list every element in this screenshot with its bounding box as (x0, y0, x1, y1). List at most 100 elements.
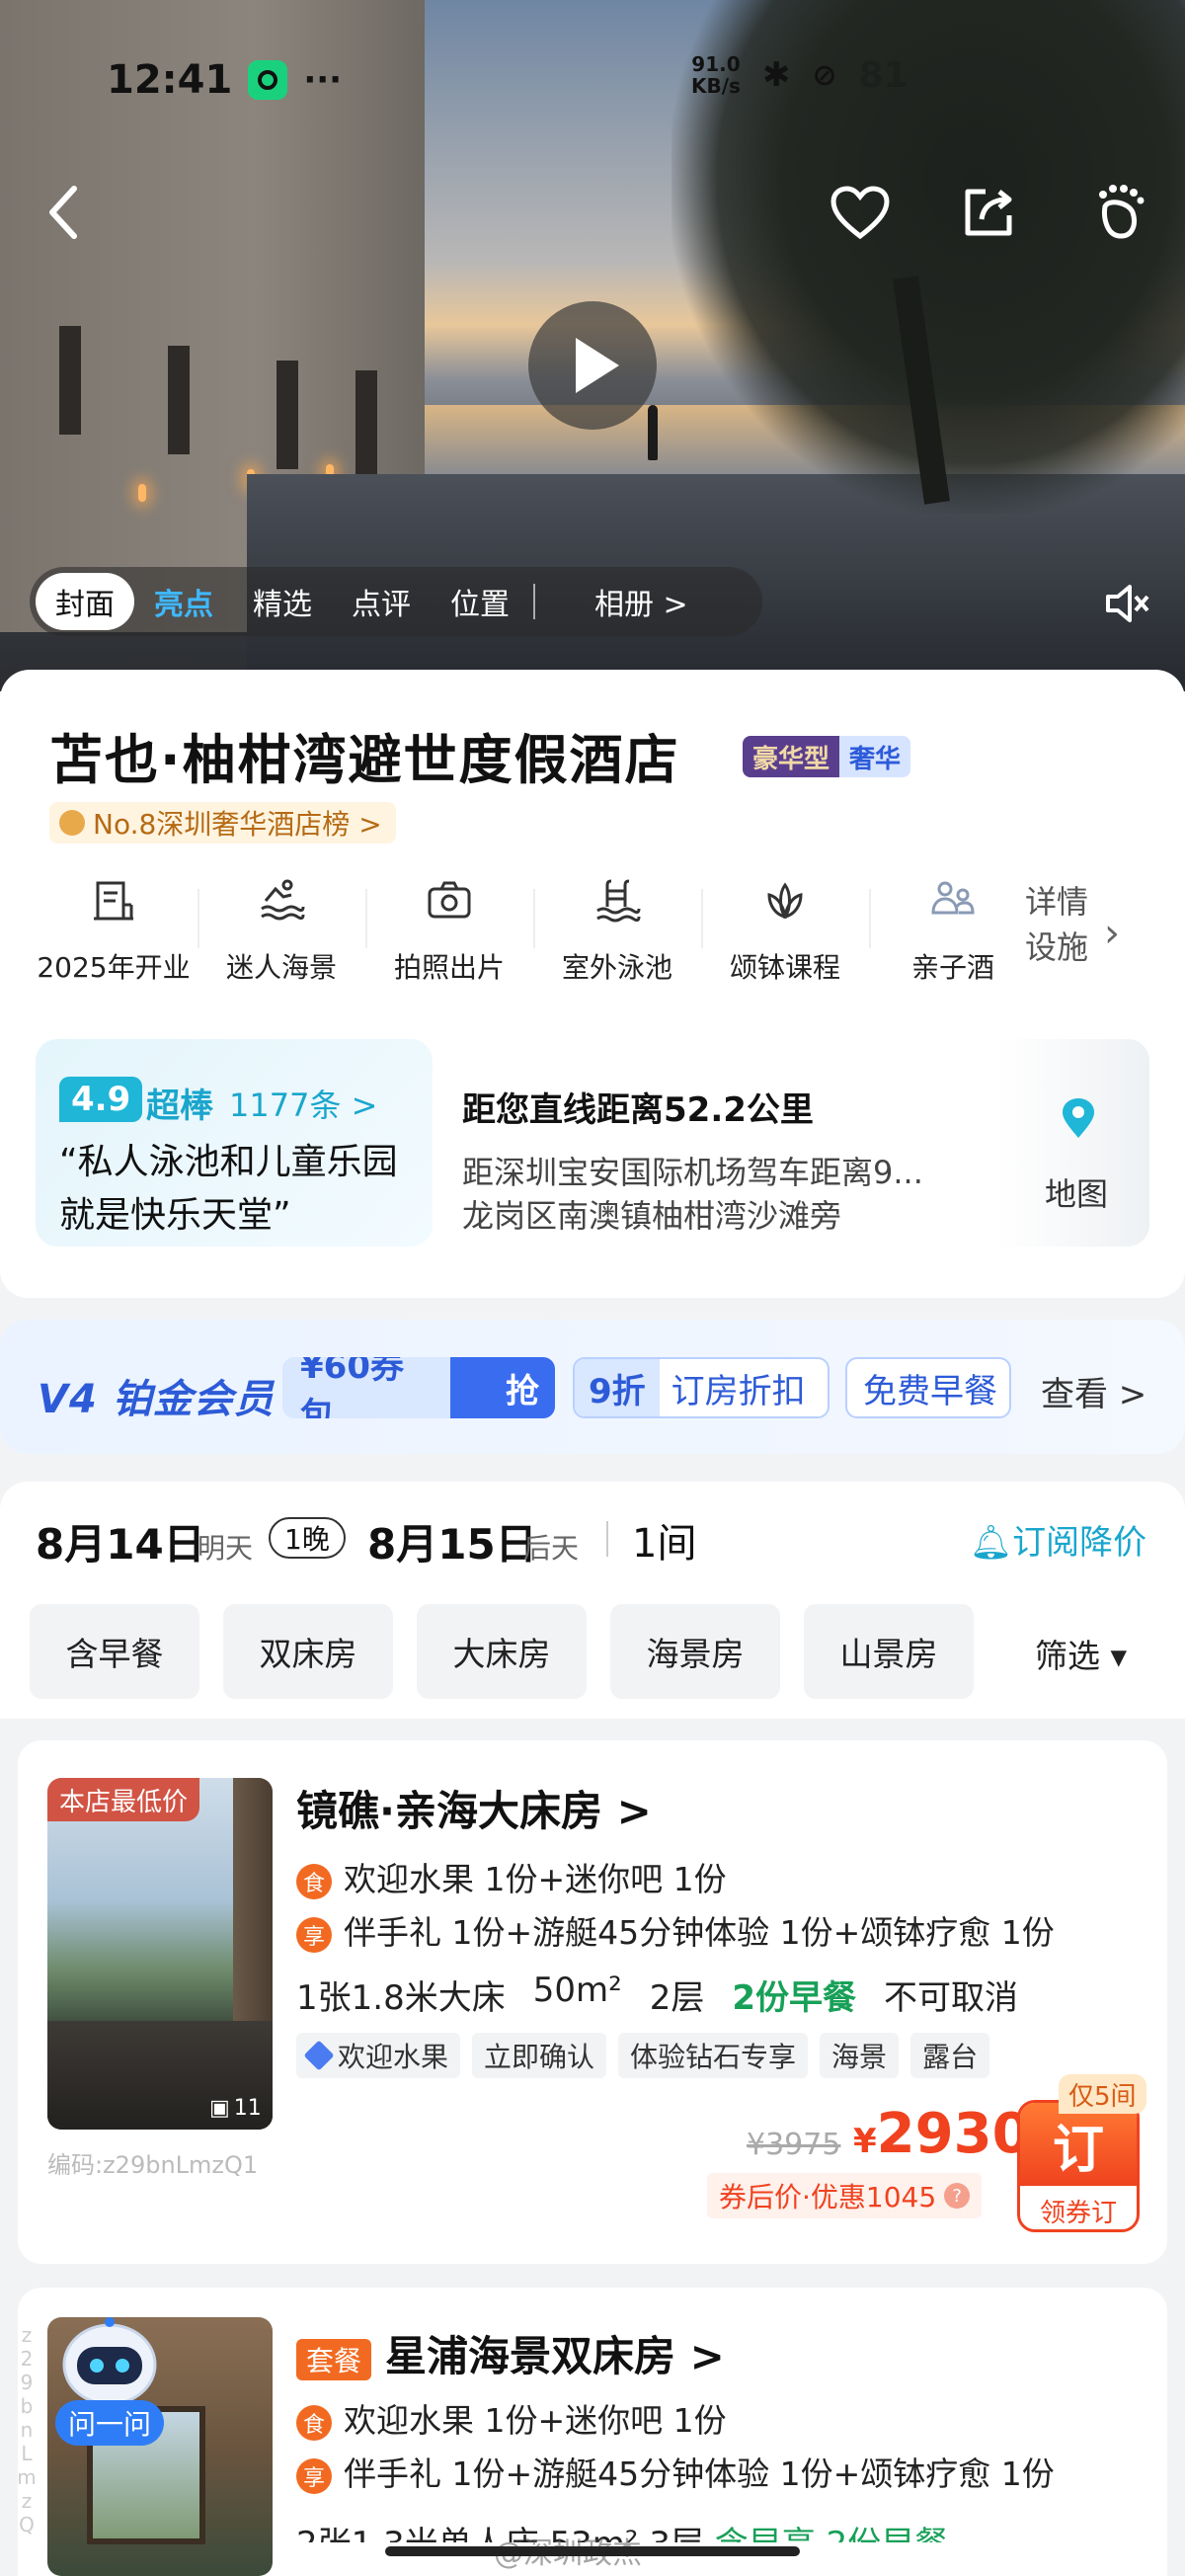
home-indicator[interactable] (385, 2546, 800, 2556)
filter-mountain-view[interactable]: 山景房 (804, 1604, 974, 1699)
room-tag: 露台 (910, 2033, 990, 2078)
filter-twin[interactable]: 双床房 (223, 1604, 393, 1699)
review-score: 4.9 (59, 1077, 143, 1122)
status-bar-right: 91.0 KB/s ✱ ⊘ 81 (691, 53, 908, 97)
subscribe-price-drop[interactable]: 🔔︎订阅降价 (970, 1515, 1146, 1564)
feature-label: 拍照出片 (393, 951, 505, 984)
after-coupon-price[interactable]: 券后价·优惠1045? (707, 2173, 983, 2218)
hero-tab-bar: 封面 亮点 精选 点评 位置 相册 > (30, 567, 762, 636)
tab-reviews[interactable]: 点评 (332, 573, 431, 630)
back-icon[interactable] (30, 178, 99, 247)
share-icon[interactable] (954, 178, 1023, 247)
room-area: 50m² (532, 1971, 622, 2010)
feature-label: 2025年开业 (37, 951, 191, 984)
room-title[interactable]: 镜礁·亲海大床房 > (296, 1778, 652, 1838)
room-title-text: 星浦海景双床房 > (385, 2332, 725, 2380)
map-button[interactable] (997, 1039, 1149, 1247)
heart-icon[interactable] (826, 178, 895, 247)
checkin-date[interactable]: 8月14日 (36, 1511, 205, 1571)
mute-status-icon: ⊘ (812, 57, 837, 93)
rooms-left-badge: 仅5间 (1059, 2074, 1146, 2114)
price-symbol: ¥ (853, 2122, 877, 2161)
sea-view-icon (261, 879, 305, 921)
after-coupon-text: 券后价·优惠1045 (719, 2181, 937, 2214)
room-title[interactable]: 套餐 星浦海景双床房 > (296, 2323, 725, 2383)
feature-item[interactable]: 迷人海景 (198, 869, 365, 998)
tab-location[interactable]: 位置 (431, 573, 529, 630)
filter-breakfast[interactable]: 含早餐 (30, 1604, 199, 1699)
building-doc-icon (94, 881, 133, 921)
enjoy-perk-text: 伴手礼 1份+游艇45分钟体验 1份+颂钵疗愈 1份 (344, 1913, 1055, 1952)
badge-level: 奢华 (839, 736, 911, 777)
map-label: 地图 (1045, 1175, 1109, 1213)
hotel-name: 苫也·柚柑湾避世度假酒店 (49, 729, 680, 791)
enjoy-badge: 享 (296, 1916, 332, 1953)
map-pin-icon (1063, 1098, 1094, 1138)
feature-item[interactable]: 亲子酒 (869, 869, 1037, 998)
coupon-pack-button[interactable]: ¥60券包 抢 (282, 1357, 555, 1418)
badge-type: 豪华型 (743, 736, 840, 777)
feature-item[interactable]: 颂钵课程 (701, 869, 869, 998)
room-tags: 欢迎水果 立即确认 体验钻石专享 海景 露台 (296, 2033, 990, 2078)
footprint-icon[interactable] (1086, 178, 1155, 247)
food-perk: 食欢迎水果 1份+迷你吧 1份 (296, 1853, 727, 1900)
discount-badge[interactable]: 9折 订房折扣 (573, 1357, 830, 1418)
checkout-date[interactable]: 8月15日 (367, 1511, 537, 1571)
play-video-button[interactable] (528, 301, 657, 430)
bluetooth-icon: ✱ (761, 55, 791, 95)
book-button[interactable]: 订 领券订 (1017, 2100, 1140, 2232)
free-breakfast-badge[interactable]: 免费早餐 (845, 1357, 1011, 1418)
lotus-icon (767, 882, 803, 920)
room-count[interactable]: 1间 (632, 1511, 696, 1569)
enjoy-perk-text: 伴手礼 1份+游艇45分钟体验 1份+颂钵疗愈 1份 (344, 2455, 1055, 2493)
pool-icon (596, 879, 641, 923)
ask-assistant-button[interactable]: 问一问 (55, 2400, 164, 2446)
filter-king[interactable]: 大床房 (417, 1604, 587, 1699)
question-icon: ? (944, 2183, 971, 2209)
bed-type: 1张1.8米大床 (296, 1978, 506, 2018)
diamond-icon (303, 2040, 335, 2071)
room-tag: 海景 (820, 2033, 900, 2078)
trophy-icon (59, 810, 85, 836)
coupon-pack-label: ¥60券包 (300, 1357, 404, 1418)
tab-album[interactable]: 相册 > (575, 573, 708, 630)
feature-item[interactable]: 室外泳池 (533, 869, 701, 998)
status-bar-left: 12:41 ··· (107, 57, 342, 103)
tab-divider (533, 584, 575, 619)
subscribe-label: 订阅降价 (1012, 1523, 1147, 1563)
feature-strip[interactable]: 2025年开业 迷人海景 拍照出片 室外泳池 颂钵课程 亲子酒 (30, 869, 1155, 998)
filter-sea-view[interactable]: 海景房 (610, 1604, 780, 1699)
building-window (276, 361, 298, 469)
specs-partial-breakfast: 含早亮 2份早餐 (715, 2525, 948, 2542)
review-count[interactable]: 1177条 > (229, 1081, 377, 1126)
member-see-more[interactable]: 查看 > (1041, 1367, 1146, 1415)
building-window (59, 326, 81, 435)
room-tag: 体验钻石专享 (618, 2033, 809, 2078)
feature-item[interactable]: 2025年开业 (30, 869, 198, 998)
enjoy-perk: 享伴手礼 1份+游艇45分钟体验 1份+颂钵疗愈 1份 (296, 1906, 1055, 1954)
network-speed-value: 91.0 (691, 52, 741, 76)
facility-details-link[interactable]: 详情 设施 (1025, 879, 1088, 970)
room-photo[interactable] (47, 1778, 273, 2130)
review-quote: “私人泳池和儿童乐园就是快乐天堂” (59, 1142, 398, 1236)
tab-highlights[interactable]: 亮点 (134, 573, 233, 630)
divider (606, 1521, 608, 1557)
review-grade: 超棒 (146, 1087, 213, 1126)
mute-icon[interactable] (1102, 579, 1151, 628)
nights-count: 1晚 (269, 1517, 346, 1559)
tab-featured[interactable]: 精选 (233, 573, 332, 630)
facility-details-line2: 设施 (1025, 928, 1089, 966)
tab-cover[interactable]: 封面 (36, 573, 134, 630)
chevron-right-icon[interactable]: › (1104, 911, 1120, 956)
feature-label: 室外泳池 (561, 951, 672, 984)
ranking-link[interactable]: No.8深圳奢华酒店榜 > (49, 802, 396, 844)
image-icon: ▣ (209, 2096, 230, 2121)
hero-person (648, 405, 658, 460)
feature-item[interactable]: 拍照出片 (365, 869, 533, 998)
room-tag: 欢迎水果 (296, 2033, 461, 2078)
food-perk-text: 欢迎水果 1份+迷你吧 1份 (344, 2401, 727, 2440)
food-badge: 食 (296, 2404, 332, 2441)
filter-button[interactable]: 筛选 ▾ (1035, 1630, 1127, 1677)
discount-value: 9折 (575, 1359, 660, 1416)
status-time: 12:41 (107, 57, 233, 103)
